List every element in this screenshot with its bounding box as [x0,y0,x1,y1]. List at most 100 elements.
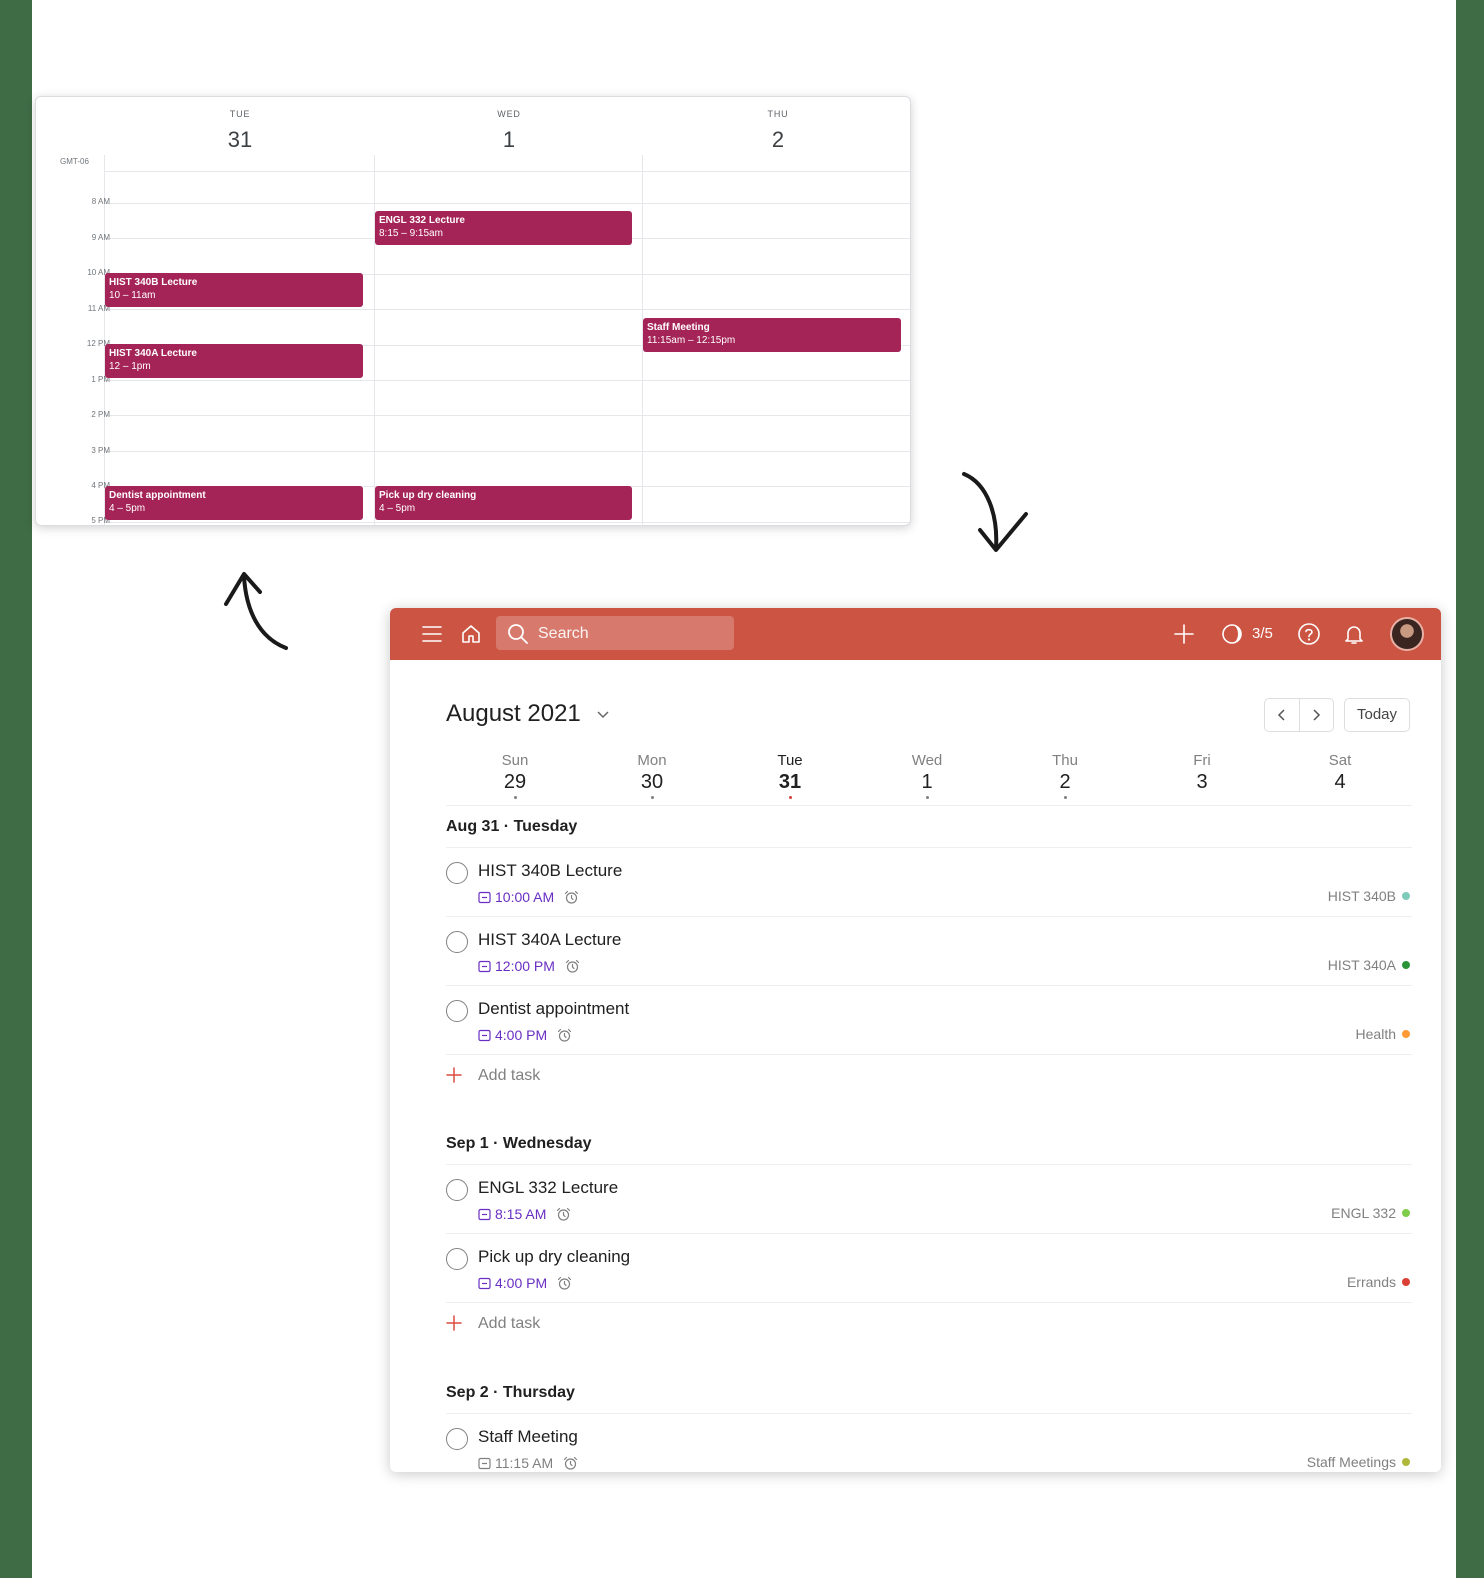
add-task-button[interactable]: Add task [446,1055,1412,1099]
task-due-time[interactable]: 4:00 PM [495,1027,547,1043]
search-input[interactable]: Search [496,616,734,650]
event-title: ENGL 332 Lecture [379,215,465,226]
chevron-down-icon[interactable] [596,708,610,722]
home-icon[interactable] [457,620,485,648]
task-name[interactable]: Pick up dry cleaning [478,1247,630,1267]
calendar-event[interactable]: ENGL 332 Lecture 8:15 – 9:15am [375,211,632,245]
week-day[interactable]: Thu 2 [1015,752,1115,799]
task-project[interactable]: ENGL 332 [1331,1205,1412,1221]
tasks-indicator [1063,796,1067,799]
task-name[interactable]: HIST 340A Lecture [478,930,621,950]
project-color-dot [1402,961,1410,969]
event-time: 11:15am – 12:15pm [647,335,736,346]
task-project[interactable]: HIST 340A [1328,957,1412,973]
project-name: ENGL 332 [1331,1205,1396,1221]
week-day-selected[interactable]: Tue 31 [740,752,840,799]
calendar-day-thu[interactable]: THU 2 [728,109,828,153]
add-icon[interactable] [1170,620,1198,648]
task-project[interactable]: HIST 340B [1328,888,1412,904]
week-day-date: 1 [921,771,933,793]
tasks-indicator [650,796,654,799]
search-placeholder: Search [538,625,589,642]
task-item[interactable]: HIST 340B Lecture 10:00 AM HIST 340B [446,848,1412,917]
tasks-indicator [925,796,929,799]
task-checkbox[interactable] [446,1000,468,1022]
karma-progress[interactable]: 3/5 [1252,625,1273,642]
task-due-time[interactable]: 12:00 PM [495,958,555,974]
task-due-time[interactable]: 8:15 AM [495,1206,546,1222]
task-project[interactable]: Errands [1347,1274,1412,1290]
calendar-event[interactable]: Pick up dry cleaning 4 – 5pm [375,486,632,520]
grid-column-line [374,155,375,525]
arrow-up-icon [224,572,288,650]
calendar-event[interactable]: Dentist appointment 4 – 5pm [105,486,363,520]
calendar-event[interactable]: HIST 340A Lecture 12 – 1pm [105,344,363,378]
task-checkbox[interactable] [446,931,468,953]
task-item[interactable]: Dentist appointment 4:00 PM Health [446,986,1412,1055]
day-section: Sep 2 · Thursday Staff Meeting 11:15 AM … [446,1384,1412,1472]
task-due-time[interactable]: 10:00 AM [495,889,554,905]
week-day-name: Sun [501,752,529,769]
help-icon[interactable] [1295,620,1323,648]
calendar-day-wed[interactable]: WED 1 [459,109,559,153]
project-color-dot [1402,1209,1410,1217]
calendar-icon [478,1457,491,1469]
alarm-icon[interactable] [557,1028,572,1043]
chevron-left-icon[interactable] [1275,708,1289,722]
alarm-icon[interactable] [556,1207,571,1222]
grid-row-line [104,522,910,523]
calendar-card: TUE 31 WED 1 THU 2 GMT-06 8 AM 9 AM 10 A… [35,96,911,526]
alarm-icon[interactable] [557,1276,572,1291]
task-checkbox[interactable] [446,862,468,884]
task-meta: 11:15 AM [478,1454,578,1472]
project-name: Staff Meetings [1306,1454,1396,1470]
calendar-event[interactable]: Staff Meeting 11:15am – 12:15pm [643,318,901,352]
week-day[interactable]: Sun 29 [465,752,565,799]
avatar[interactable] [1390,617,1424,651]
task-meta: 8:15 AM [478,1205,571,1223]
week-day[interactable]: Fri 3 [1152,752,1252,794]
day-number: 2 [771,127,785,152]
task-name[interactable]: Staff Meeting [478,1427,578,1447]
tasks-indicator [513,796,517,799]
task-name[interactable]: ENGL 332 Lecture [478,1178,618,1198]
calendar-day-tue[interactable]: TUE 31 [190,109,290,153]
task-item[interactable]: Staff Meeting 11:15 AM Staff Meetings [446,1414,1412,1472]
week-day-name: Mon [637,752,667,769]
task-project[interactable]: Staff Meetings [1307,1454,1412,1470]
week-day-name: Wed [911,752,943,769]
week-day[interactable]: Mon 30 [602,752,702,799]
task-due-time[interactable]: 4:00 PM [495,1275,547,1291]
add-task-button[interactable]: Add task [446,1303,1412,1347]
task-item[interactable]: ENGL 332 Lecture 8:15 AM ENGL 332 [446,1165,1412,1234]
grid-row-line [104,380,910,381]
calendar-header: TUE 31 WED 1 THU 2 [36,97,910,169]
month-title[interactable]: August 2021 [446,700,581,728]
chevron-right-icon[interactable] [1309,708,1323,722]
alarm-icon[interactable] [563,1456,578,1471]
menu-icon[interactable] [418,620,446,648]
week-day-name: Fri [1193,752,1211,769]
task-due-time[interactable]: 11:15 AM [495,1455,553,1471]
week-day[interactable]: Sat 4 [1290,752,1390,794]
task-checkbox[interactable] [446,1179,468,1201]
week-day-date: 29 [503,771,527,793]
task-project[interactable]: Health [1356,1026,1412,1042]
calendar-event[interactable]: HIST 340B Lecture 10 – 11am [105,273,363,307]
task-name[interactable]: Dentist appointment [478,999,629,1019]
hour-label: 5 PM [91,516,110,525]
task-name[interactable]: HIST 340B Lecture [478,861,622,881]
notifications-icon[interactable] [1340,620,1368,648]
week-day[interactable]: Wed 1 [877,752,977,799]
task-checkbox[interactable] [446,1248,468,1270]
alarm-icon[interactable] [564,890,579,905]
productivity-icon[interactable] [1218,620,1246,648]
event-time: 8:15 – 9:15am [379,228,443,239]
task-item[interactable]: Pick up dry cleaning 4:00 PM Errands [446,1234,1412,1303]
task-item[interactable]: HIST 340A Lecture 12:00 PM HIST 340A [446,917,1412,986]
todoist-window: Search 3/5 August 2021 Today Sun 29 Mon [390,608,1441,1472]
event-time: 4 – 5pm [379,503,416,514]
alarm-icon[interactable] [565,959,580,974]
today-button[interactable]: Today [1344,698,1410,732]
task-checkbox[interactable] [446,1428,468,1450]
